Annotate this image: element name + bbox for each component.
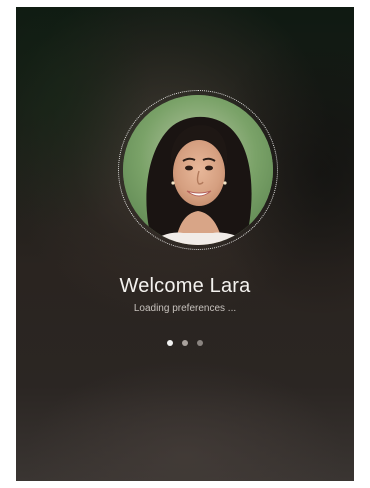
user-avatar: [118, 90, 278, 250]
loading-dot-1: [167, 340, 173, 346]
welcome-title: Welcome Lara: [119, 275, 251, 297]
loading-dot-2: [182, 340, 188, 346]
loading-indicator: [16, 340, 354, 346]
person-portrait-icon: [123, 95, 273, 245]
avatar-photo: [123, 95, 273, 245]
lock-screen: Welcome Lara Loading preferences ...: [16, 7, 354, 481]
loading-dot-3: [197, 340, 203, 346]
loading-status: Loading preferences ...: [133, 303, 237, 314]
